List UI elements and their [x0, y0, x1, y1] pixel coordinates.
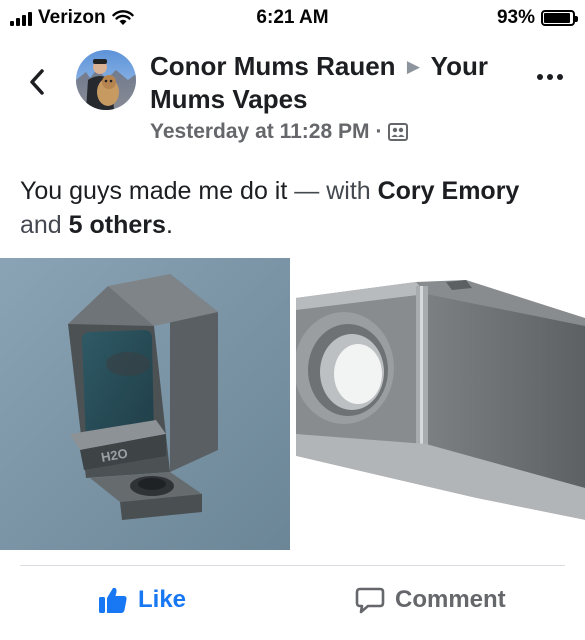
actions-divider: [20, 565, 565, 566]
comment-label: Comment: [395, 586, 506, 613]
post-header: Conor Mums Rauen ▶ Your Mums Vapes Yeste…: [0, 40, 585, 150]
dot-icon: [557, 74, 563, 80]
status-bar: Verizon 6:21 AM 93%: [0, 0, 585, 36]
chevron-left-icon: [30, 69, 44, 95]
post-text-and: and: [20, 211, 69, 239]
author-line: Conor Mums Rauen ▶ Your Mums Vapes: [150, 50, 520, 116]
comment-button[interactable]: Comment: [355, 578, 506, 622]
like-label: Like: [138, 586, 187, 613]
tagged-person-link[interactable]: Cory Emory: [378, 177, 520, 205]
meta-separator: ·: [375, 120, 383, 143]
post-text: You guys made me do it — with Cory Emory…: [20, 174, 560, 242]
media-row: H2O: [0, 258, 585, 550]
meta-line: Yesterday at 11:28 PM ·: [150, 120, 520, 144]
battery-nub: [575, 16, 578, 22]
more-options-button[interactable]: [537, 74, 563, 80]
post-timestamp[interactable]: Yesterday at 11:28 PM: [150, 120, 369, 144]
comment-bubble-icon: [355, 587, 385, 614]
author-name[interactable]: Conor Mums Rauen: [150, 51, 396, 81]
battery-icon: [541, 10, 578, 26]
thumbs-up-icon: [99, 587, 127, 613]
battery-percent: 93%: [496, 7, 535, 28]
tagged-others-link[interactable]: 5 others: [69, 211, 166, 239]
battery-fill: [544, 13, 571, 23]
dot-icon: [547, 74, 553, 80]
post-text-main: You guys made me do it: [20, 177, 288, 205]
dot-icon: [537, 74, 543, 80]
caret-right-icon: ▶: [406, 57, 420, 76]
post-photo-2[interactable]: [294, 258, 585, 550]
header-text: Conor Mums Rauen ▶ Your Mums Vapes Yeste…: [150, 50, 520, 144]
post-photo-1[interactable]: H2O: [0, 258, 290, 550]
group-privacy-icon: [388, 123, 409, 141]
post-text-end: .: [165, 211, 173, 239]
like-button[interactable]: Like: [98, 578, 186, 622]
avatar[interactable]: [76, 50, 136, 110]
post-actions: Like Comment: [0, 570, 585, 630]
post-text-with: — with: [287, 177, 378, 205]
back-button[interactable]: [22, 64, 52, 100]
status-right: 93%: [496, 7, 578, 29]
